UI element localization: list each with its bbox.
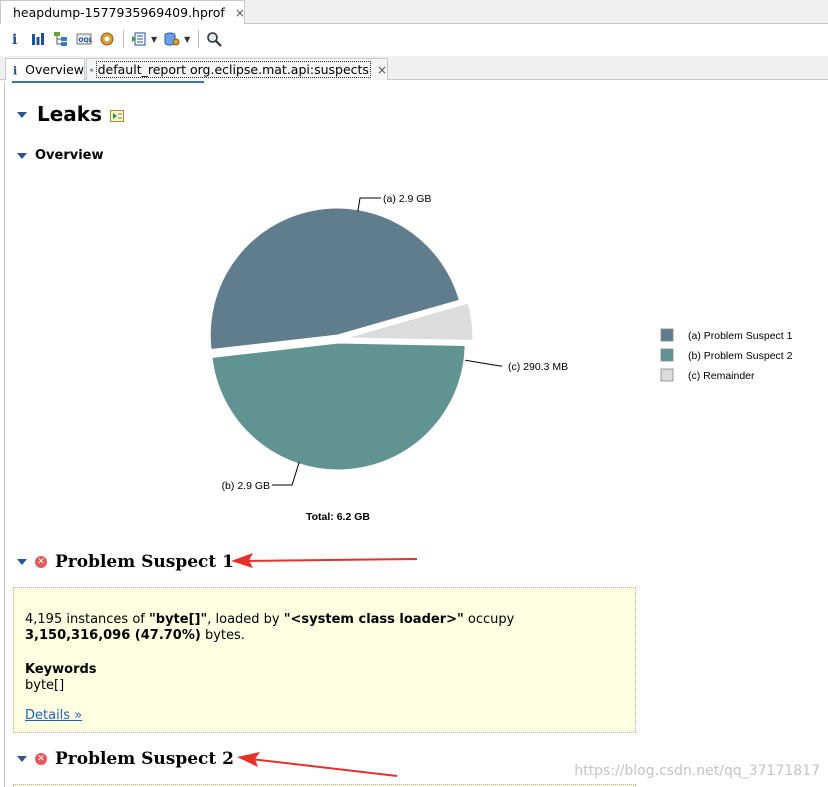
legend-label-c: (c) Remainder [688,370,755,382]
editor-tab-title: heapdump-1577935969409.hprof [13,5,225,20]
collapse-icon[interactable] [17,756,27,762]
leader-line-c [465,359,502,367]
suspects-pie-chart: (a) 2.9 GB (b) 2.9 GB (c) 290.3 MB Total: 6… [209,193,793,523]
report-tab-bar: i Overview default_report org.eclipse.ma… [0,56,828,83]
heap-dump-overview-icon[interactable] [96,28,118,50]
pie-slice-b[interactable] [211,342,466,471]
toolbar-separator [198,30,200,48]
problem-suspect-1-title: Problem Suspect 1 [55,552,235,572]
run-expert-report-icon[interactable] [128,28,150,50]
dominator-tree-icon[interactable] [50,28,72,50]
toolbar-separator [123,30,124,48]
overview-title: Overview [35,148,104,163]
annotation-arrow [237,752,398,777]
problem-suspect-2-title: Problem Suspect 2 [55,749,235,769]
tab-overview[interactable]: i Overview [5,58,204,83]
chevron-down-icon[interactable]: ▼ [151,35,157,44]
slice-label-a: (a) 2.9 GB [383,193,431,205]
close-icon[interactable]: × [377,63,387,77]
problem-suspect-1-box: 4,195 instances of "byte[]", loaded by "… [13,587,636,733]
error-icon: ✕ [35,556,47,568]
chevron-down-icon[interactable]: ▼ [184,35,190,44]
slice-label-b: (b) 2.9 GB [222,480,270,492]
collapse-icon[interactable] [17,112,27,118]
details-link[interactable]: Details » [25,708,82,724]
svg-text:i: i [13,63,18,77]
watermark: https://blog.csdn.net/qq_37171817 [574,763,820,779]
problem-suspect-2-header[interactable]: ✕ Problem Suspect 2 [17,749,234,769]
search-icon[interactable] [203,28,225,50]
histogram-icon[interactable] [27,28,49,50]
keywords-value: byte[] [25,678,65,693]
leaks-title: Leaks [37,102,103,126]
error-icon: ✕ [35,753,47,765]
keywords-title: Keywords [25,662,97,677]
legend-label-a: (a) Problem Suspect 1 [688,330,793,342]
leader-line-a [357,197,381,212]
info-icon: i [13,63,18,77]
legend-label-b: (b) Problem Suspect 2 [688,350,793,362]
legend-swatch-a [660,328,674,342]
tab-overview-label: Overview [25,62,84,77]
tab-default-report[interactable]: default_report org.eclipse.mat.api:suspe… [86,58,388,80]
oql-icon[interactable]: OQL [73,28,95,50]
suspect-description: 4,195 instances of "byte[]", loaded by "… [25,612,515,643]
slice-label-c: (c) 290.3 MB [508,361,568,373]
collapse-icon[interactable] [17,152,27,159]
info-icon[interactable]: i [4,28,26,50]
heapdump-editor-tab[interactable]: heapdump-1577935969409.hprof × [0,0,245,24]
open-report-icon[interactable] [110,110,125,122]
svg-text:i: i [12,32,17,47]
editor-tab-bar: heapdump-1577935969409.hprof × [0,0,828,24]
leader-line-b [272,461,300,486]
problem-suspect-1-header[interactable]: ✕ Problem Suspect 1 [17,552,234,572]
toolbar: i OQL ▼ ▼ [0,24,828,54]
annotation-arrow [231,553,418,568]
collapse-icon[interactable] [17,559,27,565]
close-icon[interactable]: × [235,6,245,20]
report-content: Leaks Overview (a) 2.9 GB (b) 2.9 GB (c) 2… [4,82,828,787]
tab-default-report-label: default_report org.eclipse.mat.api:suspe… [95,61,371,78]
query-browser-icon[interactable] [161,28,183,50]
leaks-section-header[interactable]: Leaks [17,102,125,126]
svg-text:OQL: OQL [79,37,93,44]
query-browser-icon [90,68,94,71]
overview-section-header[interactable]: Overview [17,148,104,163]
legend-swatch-c [660,368,674,382]
legend-swatch-b [660,348,674,362]
chart-total-label: Total: 6.2 GB [306,511,370,523]
